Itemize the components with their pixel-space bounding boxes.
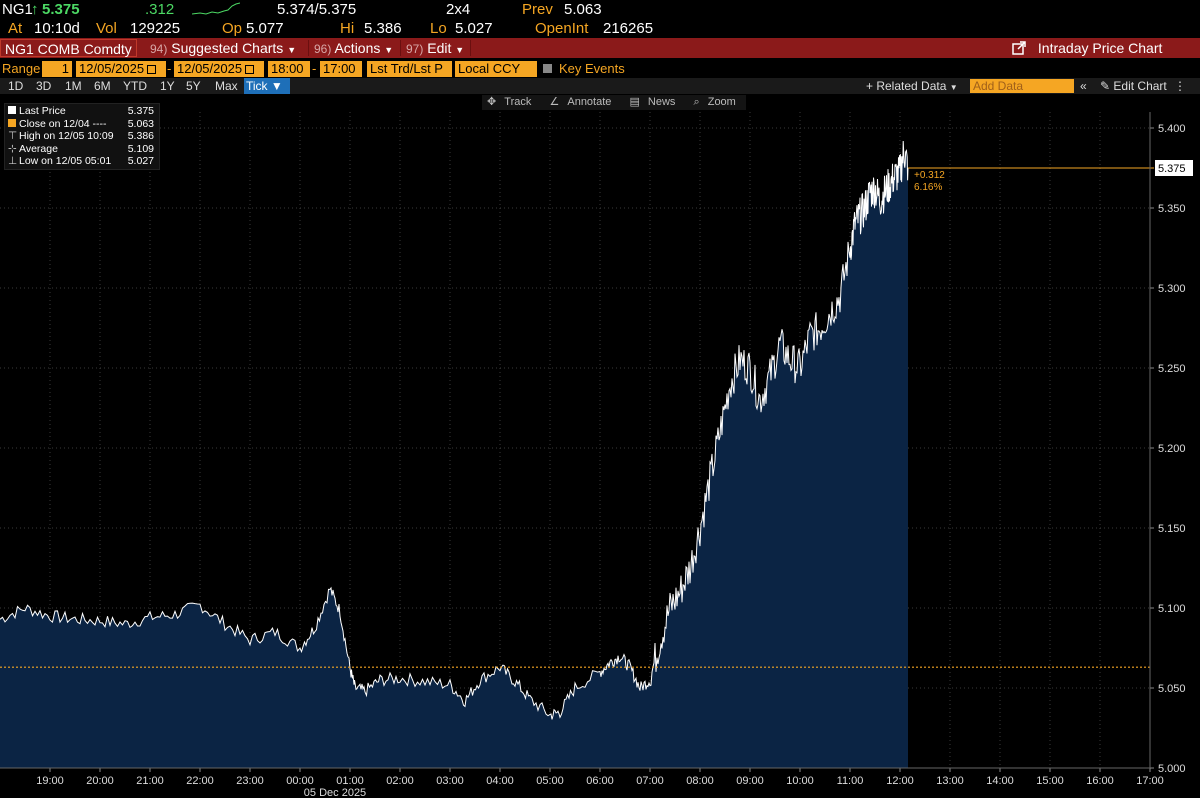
x-tick-label: 07:00 [636,775,664,787]
x-tick-label: 03:00 [436,775,464,787]
legend-item-high[interactable]: ⊤ High on 12/05 10:09 5.386 [8,130,156,143]
price-area [0,140,1154,768]
annotate-button[interactable]: ∠ Annotate [549,96,616,108]
y-tick-label: 5.100 [1158,603,1186,615]
legend-value: 5.109 [127,142,154,155]
legend-value: 5.063 [127,117,154,130]
legend-value: 5.386 [127,130,154,143]
legend-item-low[interactable]: ⊥ Low on 12/05 05:01 5.027 [8,155,156,168]
legend-label: High on 12/05 10:09 [19,130,114,143]
low-marker-icon: ⊥ [8,155,18,168]
track-label: Track [504,96,532,108]
zoom-button[interactable]: ⌕ Zoom [694,96,741,108]
y-tick-label: 5.300 [1158,283,1186,295]
legend-item-last-price[interactable]: Last Price 5.375 [8,105,156,118]
legend-swatch [8,106,16,114]
legend-label: Last Price [19,105,66,117]
chart-legend: Last Price 5.375 Close on 12/04 ---- 5.0… [4,103,160,170]
y-tick-label: 5.250 [1158,363,1186,375]
legend-item-average[interactable]: ⊹ Average 5.109 [8,143,156,156]
x-tick-label: 00:00 [286,775,314,787]
x-tick-label: 22:00 [186,775,214,787]
zoom-label: Zoom [707,96,736,108]
legend-value: 5.027 [127,155,154,168]
x-tick-label: 16:00 [1086,775,1114,787]
chart-toolbar: ✥ Track ∠ Annotate ▤ News ⌕ Zoom [482,95,746,110]
x-tick-label: 14:00 [986,775,1014,787]
x-tick-label: 11:00 [837,775,864,787]
last-price-label: 5.375 [1158,163,1186,175]
x-tick-label: 20:00 [86,775,114,787]
x-tick-label: 13:00 [936,775,964,787]
legend-label: Close on 12/04 ---- [19,117,107,130]
x-tick-label: 04:00 [486,775,514,787]
y-tick-label: 5.000 [1158,763,1186,775]
annotate-label: Annotate [567,96,612,108]
y-tick-label: 5.050 [1158,683,1186,695]
x-tick-label: 08:00 [686,775,714,787]
y-tick-label: 5.200 [1158,443,1186,455]
legend-label: Average [19,142,58,155]
x-tick-label: 05:00 [536,775,564,787]
high-marker-icon: ⊤ [8,130,18,143]
track-button[interactable]: ✥ Track [487,96,536,108]
change-pct-annotation: 6.16% [914,182,942,193]
x-tick-label: 21:00 [136,775,164,787]
price-chart[interactable]: 5.000 5.050 5.100 5.150 5.200 5.250 5.300 5.350… [0,0,1200,798]
average-marker-icon: ⊹ [8,142,17,155]
x-tick-label: 15:00 [1036,775,1064,787]
legend-swatch [8,118,16,127]
x-tick-label: 10:00 [786,775,814,787]
legend-label: Low on 12/05 05:01 [19,155,112,168]
news-label: News [647,96,676,108]
x-tick-label: 01:00 [336,775,364,787]
x-tick-label: 12:00 [886,775,914,787]
legend-item-prev-close[interactable]: Close on 12/04 ---- 5.063 [8,118,156,131]
x-axis-date-label: 05 Dec 2025 [304,787,366,798]
x-tick-label: 09:00 [736,775,764,787]
x-tick-label: 02:00 [386,775,414,787]
x-tick-label: 23:00 [236,775,264,787]
change-annotation: +0.312 [914,170,945,181]
news-button[interactable]: ▤ News [629,96,680,108]
price-area-fill [0,141,908,768]
y-tick-label: 5.400 [1158,123,1186,135]
x-tick-label: 06:00 [586,775,614,787]
x-tick-label: 19:00 [36,775,64,787]
y-tick-label: 5.150 [1158,523,1186,535]
x-tick-label: 17:00 [1136,775,1164,787]
y-tick-label: 5.350 [1158,203,1186,215]
legend-value: 5.375 [127,105,154,117]
